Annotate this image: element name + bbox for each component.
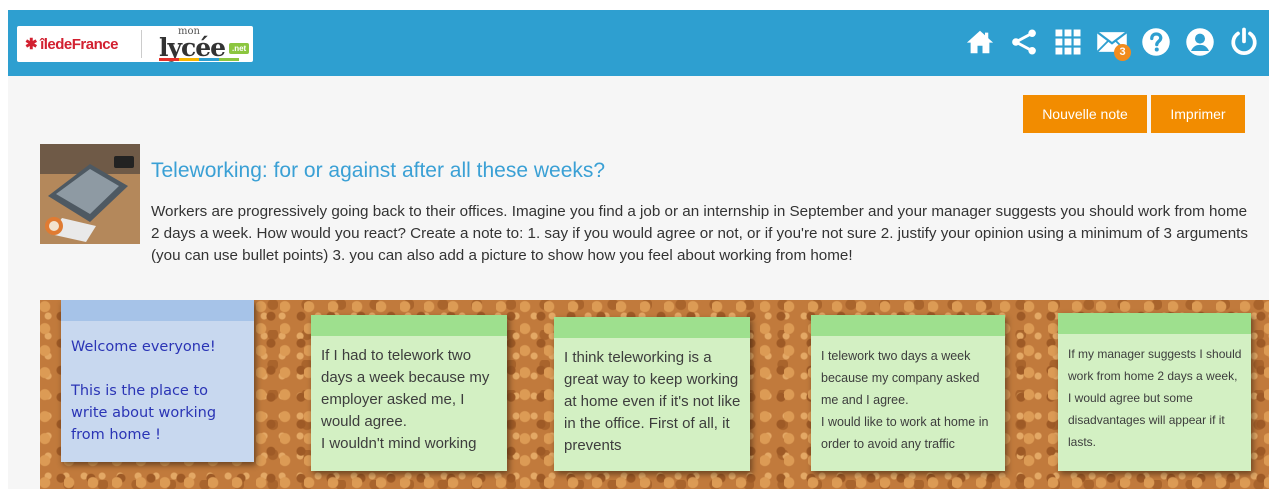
- note-card[interactable]: If I had to telework two days a week bec…: [311, 315, 507, 471]
- region-logo: ✱ îledeFrance: [25, 36, 118, 53]
- note-header-bar[interactable]: [554, 317, 750, 338]
- topic-thumbnail: [40, 144, 140, 244]
- share-icon[interactable]: [1008, 27, 1040, 59]
- brand-logos[interactable]: ✱ îledeFrance mon lycée .net: [17, 26, 253, 62]
- note-text: Welcome everyone! This is the place to w…: [71, 339, 217, 443]
- note-card[interactable]: I think teleworking is a great way to ke…: [554, 317, 750, 471]
- print-button[interactable]: Imprimer: [1151, 95, 1245, 133]
- user-icon[interactable]: [1184, 27, 1216, 59]
- note-header-bar[interactable]: [811, 315, 1005, 336]
- note-header-bar[interactable]: [1058, 313, 1251, 334]
- power-icon[interactable]: [1228, 27, 1260, 59]
- home-icon[interactable]: [964, 27, 996, 59]
- star-icon: ✱: [25, 36, 38, 53]
- topic-description: Workers are progressively going back to …: [151, 203, 1248, 264]
- note-header-bar[interactable]: [311, 315, 507, 336]
- header-icons: 3: [964, 23, 1269, 63]
- app-frame: ✱ îledeFrance mon lycée .net 3 Nouvelle …: [8, 10, 1269, 489]
- note-text: I think teleworking is a great way to ke…: [564, 349, 741, 454]
- logo-net-badge: .net: [229, 43, 250, 54]
- note-text: If my manager suggests I should work fro…: [1068, 347, 1242, 449]
- topic-title: Teleworking: for or against after all th…: [151, 159, 606, 182]
- monlycee-logo: mon lycée .net: [151, 24, 251, 62]
- note-text: I telework two days a week because my co…: [821, 349, 989, 451]
- apps-grid-icon[interactable]: [1052, 27, 1084, 59]
- logo-divider: [141, 30, 142, 58]
- note-card[interactable]: I telework two days a week because my co…: [811, 315, 1005, 471]
- cork-board: Welcome everyone! This is the place to w…: [40, 300, 1269, 489]
- logo-color-bars: [159, 58, 239, 61]
- note-header-bar[interactable]: [61, 300, 254, 321]
- mail-count-badge: 3: [1114, 44, 1131, 61]
- note-card[interactable]: Welcome everyone! This is the place to w…: [61, 300, 254, 462]
- new-note-button[interactable]: Nouvelle note: [1023, 95, 1147, 133]
- note-card[interactable]: If my manager suggests I should work fro…: [1058, 313, 1251, 471]
- mail-icon[interactable]: 3: [1096, 27, 1131, 61]
- help-icon[interactable]: [1140, 27, 1172, 59]
- top-header: ✱ îledeFrance mon lycée .net 3: [8, 10, 1269, 76]
- note-text: If I had to telework two days a week bec…: [321, 347, 490, 452]
